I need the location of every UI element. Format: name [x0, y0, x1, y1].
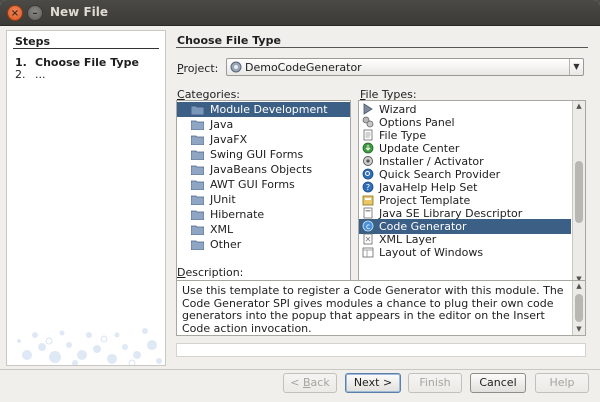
- scroll-down-icon[interactable]: ▼: [573, 324, 585, 335]
- quick-search-icon: [362, 168, 374, 180]
- step-number: 2.: [15, 68, 26, 81]
- steps-divider: [13, 48, 159, 49]
- folder-icon: [191, 210, 204, 220]
- next-button[interactable]: Next >: [345, 373, 401, 393]
- scroll-up-icon[interactable]: ▲: [573, 101, 585, 112]
- update-center-icon: [362, 142, 374, 154]
- panel-title: Choose File Type: [177, 34, 281, 47]
- folder-icon: [191, 150, 204, 160]
- categories-list[interactable]: Module Development Java JavaFX Swing GUI…: [176, 100, 351, 286]
- list-item-module-development[interactable]: Module Development: [177, 102, 350, 117]
- project-label: Project:: [177, 62, 219, 75]
- folder-icon: [191, 105, 204, 115]
- options-panel-icon: [362, 116, 374, 128]
- horizontal-scrollbar: [176, 343, 586, 357]
- list-item[interactable]: Layout of Windows: [359, 245, 571, 260]
- window-title: New File: [50, 5, 109, 19]
- list-item[interactable]: Java: [177, 117, 350, 132]
- step-label: Choose File Type: [35, 56, 139, 69]
- folder-icon: [191, 120, 204, 130]
- steps-title: Steps: [15, 35, 51, 48]
- list-item[interactable]: JUnit: [177, 192, 350, 207]
- chevron-down-icon[interactable]: ▼: [569, 59, 583, 75]
- file-types-list[interactable]: Wizard Options Panel File Type Update Ce…: [358, 100, 586, 286]
- svg-text:?: ?: [366, 183, 370, 192]
- folder-icon: [191, 165, 204, 175]
- decorative-bubbles-image: [17, 328, 162, 365]
- file-types-scrollbar[interactable]: ▲ ▼: [572, 101, 585, 285]
- choose-file-type-panel: Choose File Type Project: DemoCodeGenera…: [170, 30, 594, 366]
- list-item[interactable]: Swing GUI Forms: [177, 147, 350, 162]
- step-label: ...: [35, 68, 46, 81]
- list-item[interactable]: Other: [177, 237, 350, 252]
- xml-layer-icon: [363, 233, 373, 245]
- scroll-up-icon[interactable]: ▲: [573, 281, 585, 292]
- help-button[interactable]: Help: [535, 373, 589, 393]
- folder-icon: [191, 240, 204, 250]
- list-item[interactable]: XML: [177, 222, 350, 237]
- description-scrollbar[interactable]: ▲ ▼: [572, 281, 585, 335]
- scroll-thumb[interactable]: [575, 294, 583, 322]
- list-item[interactable]: AWT GUI Forms: [177, 177, 350, 192]
- list-item[interactable]: JavaFX: [177, 132, 350, 147]
- project-combobox[interactable]: DemoCodeGenerator ▼: [226, 58, 584, 76]
- library-icon: [363, 207, 373, 219]
- list-item[interactable]: JavaBeans Objects: [177, 162, 350, 177]
- folder-icon: [191, 180, 204, 190]
- installer-icon: [363, 156, 373, 166]
- project-value: DemoCodeGenerator: [245, 61, 362, 74]
- help-icon: ?: [362, 181, 374, 193]
- close-icon[interactable]: ×: [7, 5, 23, 21]
- new-file-dialog: × – New File Steps 1. Choose File Type 2.…: [0, 0, 600, 402]
- panel-divider: [176, 47, 588, 48]
- scroll-thumb[interactable]: [575, 161, 583, 223]
- description-box[interactable]: Use this template to register a Code Gen…: [176, 280, 586, 336]
- back-button[interactable]: < Back: [283, 373, 337, 393]
- cancel-button[interactable]: Cancel: [470, 373, 526, 393]
- file-type-icon: [363, 129, 373, 141]
- title-bar[interactable]: × – New File: [0, 0, 600, 26]
- description-text: Use this template to register a Code Gen…: [182, 284, 564, 335]
- svg-text:c: c: [366, 222, 370, 231]
- minimize-icon[interactable]: –: [27, 5, 43, 21]
- project-template-icon: [362, 195, 374, 206]
- folder-icon: [191, 135, 204, 145]
- finish-button[interactable]: Finish: [408, 373, 462, 393]
- steps-panel: Steps 1. Choose File Type 2....: [6, 30, 166, 366]
- layout-icon: [362, 247, 374, 258]
- folder-icon: [191, 195, 204, 205]
- code-generator-icon: c: [362, 220, 374, 232]
- wizard-icon: [363, 103, 373, 115]
- list-item[interactable]: Hibernate: [177, 207, 350, 222]
- step-next: 2....: [15, 68, 46, 81]
- folder-icon: [191, 225, 204, 235]
- button-bar-divider: [0, 369, 600, 370]
- description-label: Description:: [177, 266, 244, 279]
- project-icon: [230, 61, 242, 73]
